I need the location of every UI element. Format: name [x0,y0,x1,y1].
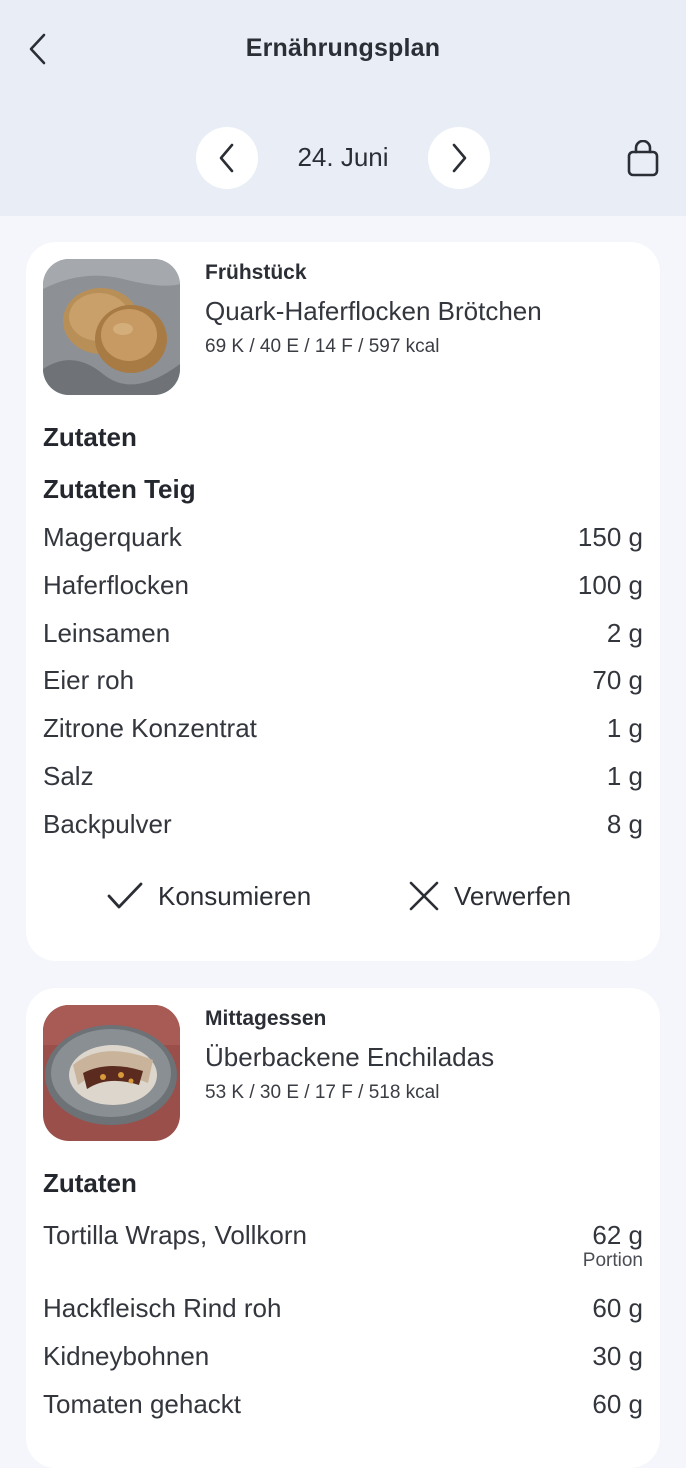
ingredient-name: Hackfleisch Rind roh [43,1293,282,1323]
ingredient-row: Backpulver 8 g [43,809,643,849]
ingredient-name: Magerquark [43,522,182,552]
ingredient-row: Zitrone Konzentrat 1 g [43,713,643,753]
ingredient-group-heading: Zutaten Teig [43,474,196,504]
ingredient-row: Leinsamen 2 g [43,618,643,658]
ingredient-amount: 60 g [592,1389,643,1419]
discard-button[interactable]: Verwerfen [408,876,571,916]
ingredient-row: Hackfleisch Rind roh 60 g [43,1293,643,1333]
discard-label: Verwerfen [454,880,572,911]
ingredient-amount: 150 g [577,522,643,552]
bread-rolls-image [43,259,180,395]
meal-card-lunch: Mittagessen Überbackene Enchiladas 53 K … [26,988,660,1468]
ingredient-name: Leinsamen [43,618,171,648]
chevron-right-icon [452,143,467,173]
meal-macros: 53 K / 30 E / 17 F / 518 kcal [205,1082,440,1103]
meal-image-breakfast[interactable] [43,259,180,395]
ingredient-name: Backpulver [43,809,172,839]
date-navigator: 24. Juni [0,127,686,189]
ingredient-amount: 60 g [592,1293,643,1323]
app-header: Ernährungsplan 24. Juni [0,0,686,216]
close-icon [409,881,439,911]
meal-type: Mittagessen [205,1007,327,1030]
ingredients-heading: Zutaten [43,422,137,452]
ingredient-amount: 100 g [577,570,643,600]
ingredient-amount: 30 g [592,1341,643,1371]
ingredient-row: Haferflocken 100 g [43,570,643,610]
ingredient-amount: 1 g [606,713,643,743]
chevron-left-icon [219,143,234,173]
previous-day-button[interactable] [196,127,258,189]
meal-name: Quark-Haferflocken Brötchen [205,296,542,326]
enchiladas-image [43,1005,180,1141]
ingredient-row: Salz 1 g [43,761,643,801]
ingredient-name: Tomaten gehackt [43,1389,242,1419]
ingredient-amount: 62 g [592,1220,643,1250]
ingredients-heading: Zutaten [43,1168,137,1198]
meal-type: Frühstück [205,261,307,284]
ingredient-row: Eier roh 70 g [43,665,643,705]
shopping-list-button[interactable] [622,138,664,180]
ingredient-row: Magerquark 150 g [43,522,643,562]
ingredient-name: Tortilla Wraps, Vollkorn [43,1220,307,1250]
meal-image-lunch[interactable] [43,1005,180,1141]
ingredient-name: Haferflocken [43,570,189,600]
consume-label: Konsumieren [158,880,312,911]
ingredient-name: Eier roh [43,665,135,695]
meal-name: Überbackene Enchiladas [205,1042,495,1072]
ingredient-row: Tomaten gehackt 60 g [43,1389,643,1429]
consume-button[interactable]: Konsumieren [106,876,311,916]
ingredient-name: Zitrone Konzentrat [43,713,257,743]
checkmark-icon [107,882,143,909]
next-day-button[interactable] [428,127,490,189]
shopping-bag-icon [627,140,659,177]
ingredient-amount: 70 g [592,665,643,695]
ingredient-name: Salz [43,761,94,791]
ingredient-row: Kidneybohnen 30 g [43,1341,643,1381]
ingredient-row: Tortilla Wraps, Vollkorn 62 g Portion [43,1220,643,1280]
meal-macros: 69 K / 40 E / 14 F / 597 kcal [205,336,440,357]
ingredient-amount: 2 g [606,618,643,648]
ingredient-amount: 1 g [606,761,643,791]
current-date: 24. Juni [297,142,389,172]
ingredient-name: Kidneybohnen [43,1341,210,1371]
ingredient-unit-note: Portion [582,1250,643,1271]
ingredient-amount: 8 g [606,809,643,839]
page-title: Ernährungsplan [245,34,441,62]
meal-card-breakfast: Frühstück Quark-Haferflocken Brötchen 69… [26,242,660,961]
